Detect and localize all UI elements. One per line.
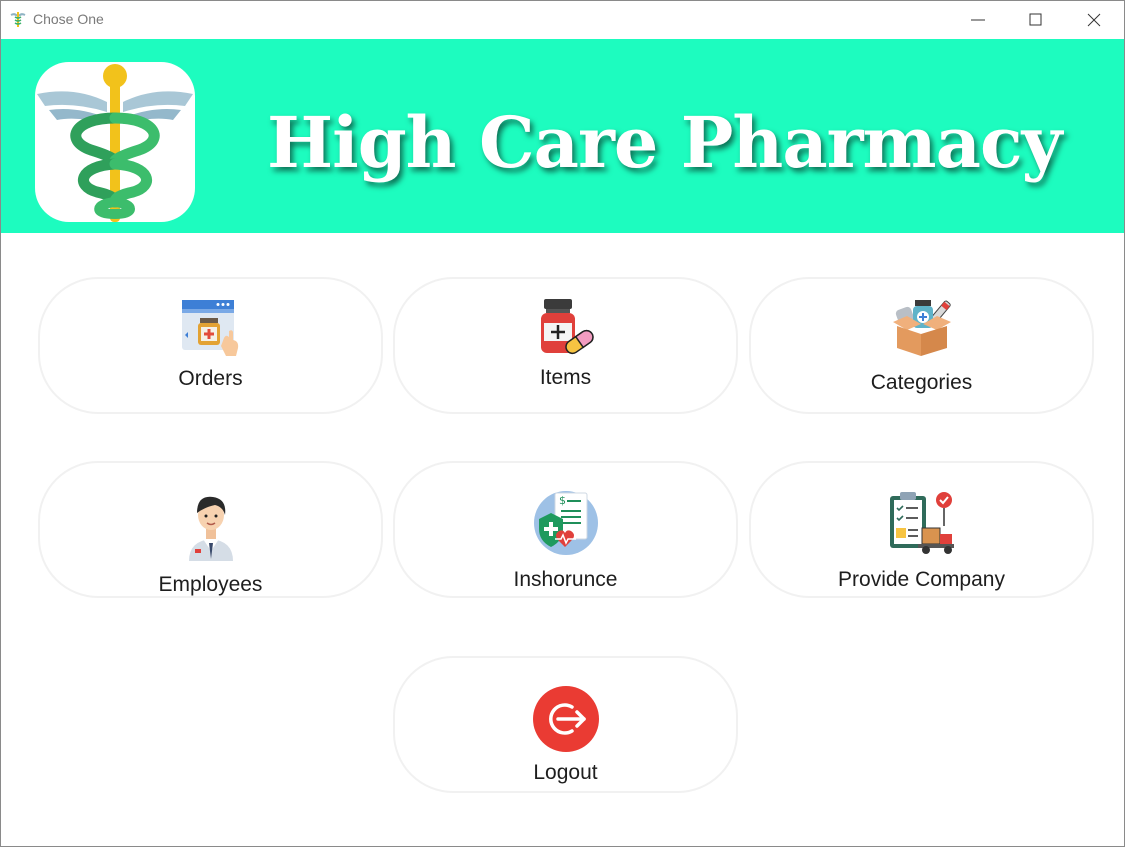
title-bar[interactable]: Chose One xyxy=(1,1,1124,39)
header-banner: High Care Pharmacy xyxy=(1,39,1124,233)
app-window: Chose One High Care Pharmacy Orders Item… xyxy=(0,0,1125,847)
provide-company-button[interactable]: Provide Company xyxy=(749,461,1094,598)
employees-button[interactable]: Employees xyxy=(38,461,383,598)
doctor-avatar-icon xyxy=(188,496,233,561)
close-button[interactable] xyxy=(1065,1,1123,39)
orders-button[interactable]: Orders xyxy=(38,277,383,414)
caduceus-logo-icon xyxy=(35,62,195,222)
items-label: Items xyxy=(539,366,592,389)
pharmacy-web-order-icon xyxy=(181,300,238,356)
maximize-button[interactable] xyxy=(1007,1,1065,39)
logout-icon xyxy=(532,686,599,752)
svg-text:$: $ xyxy=(559,494,566,507)
minimize-button[interactable] xyxy=(949,1,1007,39)
maximize-icon xyxy=(1029,13,1042,26)
insurance-button[interactable]: $ Inshorunce xyxy=(393,461,738,598)
logout-button[interactable]: Logout xyxy=(393,656,738,793)
health-insurance-icon: $ xyxy=(533,491,598,555)
app-caduceus-icon xyxy=(10,11,26,27)
insurance-label: Inshorunce xyxy=(513,568,618,591)
categories-label: Categories xyxy=(870,371,973,394)
categories-button[interactable]: Categories xyxy=(749,277,1094,414)
logout-label: Logout xyxy=(533,761,598,784)
orders-label: Orders xyxy=(178,367,243,390)
window-title: Chose One xyxy=(33,11,104,27)
clipboard-delivery-icon xyxy=(889,492,954,554)
items-button[interactable]: Items xyxy=(393,277,738,414)
medical-supplies-box-icon xyxy=(892,300,951,356)
provide-company-label: Provide Company xyxy=(838,568,1005,591)
pharmacy-title: High Care Pharmacy xyxy=(267,101,1062,184)
close-icon xyxy=(1087,13,1101,27)
employees-label: Employees xyxy=(158,573,263,596)
medicine-bottle-pill-icon xyxy=(540,299,594,355)
minimize-icon xyxy=(971,19,985,21)
